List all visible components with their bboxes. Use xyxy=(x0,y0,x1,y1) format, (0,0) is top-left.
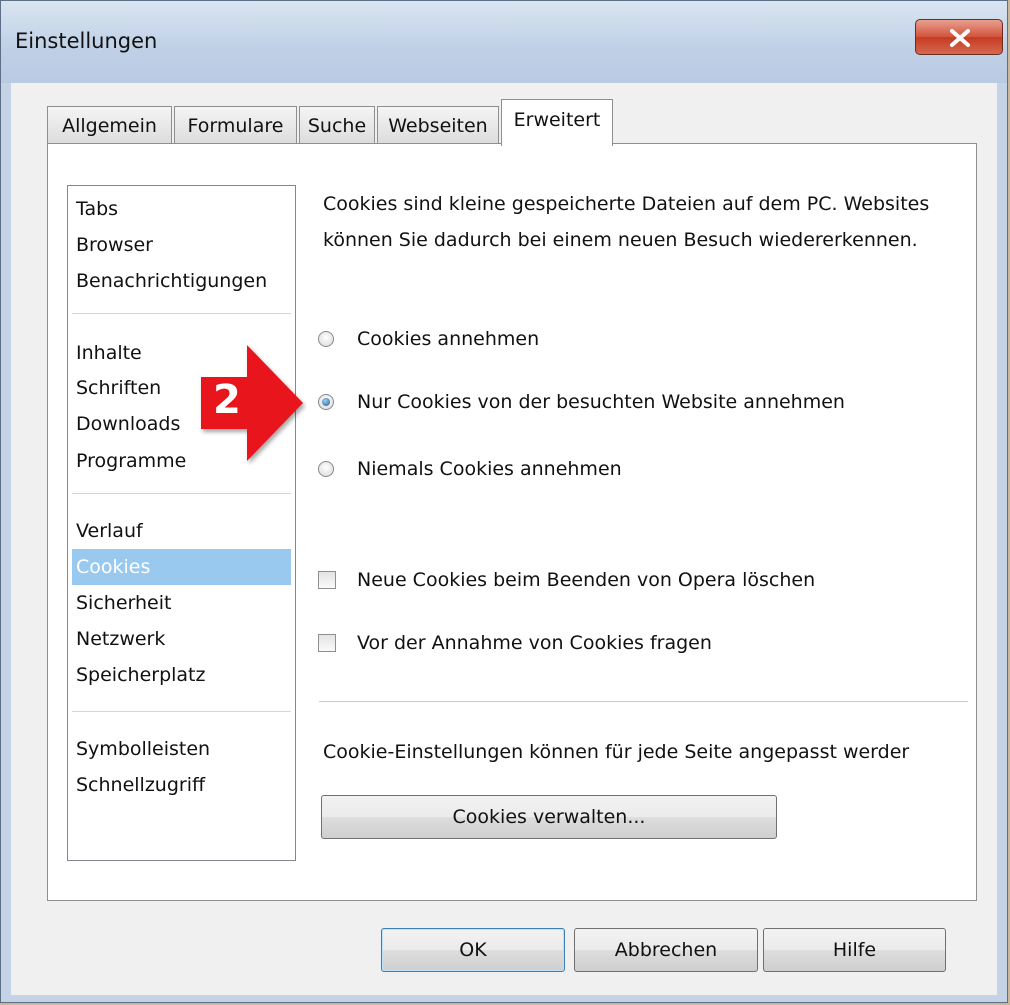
ok-button[interactable]: OK xyxy=(381,928,565,972)
checkbox[interactable] xyxy=(318,571,336,589)
sidebar-item-speicherplatz[interactable]: Speicherplatz xyxy=(72,657,291,693)
tab-erweitert[interactable]: Erweitert xyxy=(501,99,613,146)
sidebar-item-symbolleisten[interactable]: Symbolleisten xyxy=(72,731,291,767)
category-list[interactable]: Tabs Browser Benachrichtigungen Inhalte … xyxy=(67,185,296,861)
close-button[interactable] xyxy=(915,19,1003,55)
radio-button-selected[interactable] xyxy=(318,394,334,410)
tab-allgemein[interactable]: Allgemein xyxy=(47,106,172,144)
radio-label: Cookies annehmen xyxy=(357,328,540,350)
sidebar-divider xyxy=(72,711,291,712)
section-divider xyxy=(319,701,968,702)
cancel-button[interactable]: Abbrechen xyxy=(574,928,758,972)
radio-button[interactable] xyxy=(318,461,334,477)
sidebar-item-verlauf[interactable]: Verlauf xyxy=(72,513,291,549)
cookie-description: Cookies sind kleine gespeicherte Dateien… xyxy=(323,193,930,251)
window-title: Einstellungen xyxy=(15,29,158,53)
step-number: 2 xyxy=(213,377,241,423)
tab-webseiten[interactable]: Webseiten xyxy=(377,106,499,144)
sidebar-item-browser[interactable]: Browser xyxy=(72,227,291,263)
close-icon xyxy=(950,29,970,47)
sidebar-item-netzwerk[interactable]: Netzwerk xyxy=(72,621,291,657)
sidebar-item-sicherheit[interactable]: Sicherheit xyxy=(72,585,291,621)
radio-label: Niemals Cookies annehmen xyxy=(357,458,622,480)
manage-cookies-button[interactable]: Cookies verwalten... xyxy=(321,795,777,839)
step-annotation: 2 xyxy=(197,341,307,465)
title-bar[interactable]: Einstellungen xyxy=(1,1,1007,83)
sidebar-item-benachrichtigungen[interactable]: Benachrichtigungen xyxy=(72,263,291,299)
radio-button[interactable] xyxy=(318,331,334,347)
checkbox-label: Vor der Annahme von Cookies fragen xyxy=(357,632,712,654)
sidebar-divider xyxy=(72,313,291,314)
dialog-client-area: Allgemein Formulare Suche Webseiten Erwe… xyxy=(11,83,997,995)
sidebar-item-tabs[interactable]: Tabs xyxy=(72,191,291,227)
sidebar-item-cookies[interactable]: Cookies xyxy=(72,549,291,585)
checkbox-label: Neue Cookies beim Beenden von Opera lösc… xyxy=(357,569,816,591)
tab-formulare[interactable]: Formulare xyxy=(174,106,297,144)
settings-dialog: Einstellungen Allgemein Formulare Suche … xyxy=(0,0,1008,1003)
sidebar-item-schnellzugriff[interactable]: Schnellzugriff xyxy=(72,767,291,803)
radio-label: Nur Cookies von der besuchten Website an… xyxy=(357,391,845,413)
sidebar-divider xyxy=(72,493,291,494)
tab-suche[interactable]: Suche xyxy=(299,106,375,144)
per-site-info: Cookie-Einstellungen können für jede Sei… xyxy=(323,741,910,763)
help-button[interactable]: Hilfe xyxy=(763,928,946,972)
checkbox[interactable] xyxy=(318,634,336,652)
settings-panel: Tabs Browser Benachrichtigungen Inhalte … xyxy=(47,143,977,901)
